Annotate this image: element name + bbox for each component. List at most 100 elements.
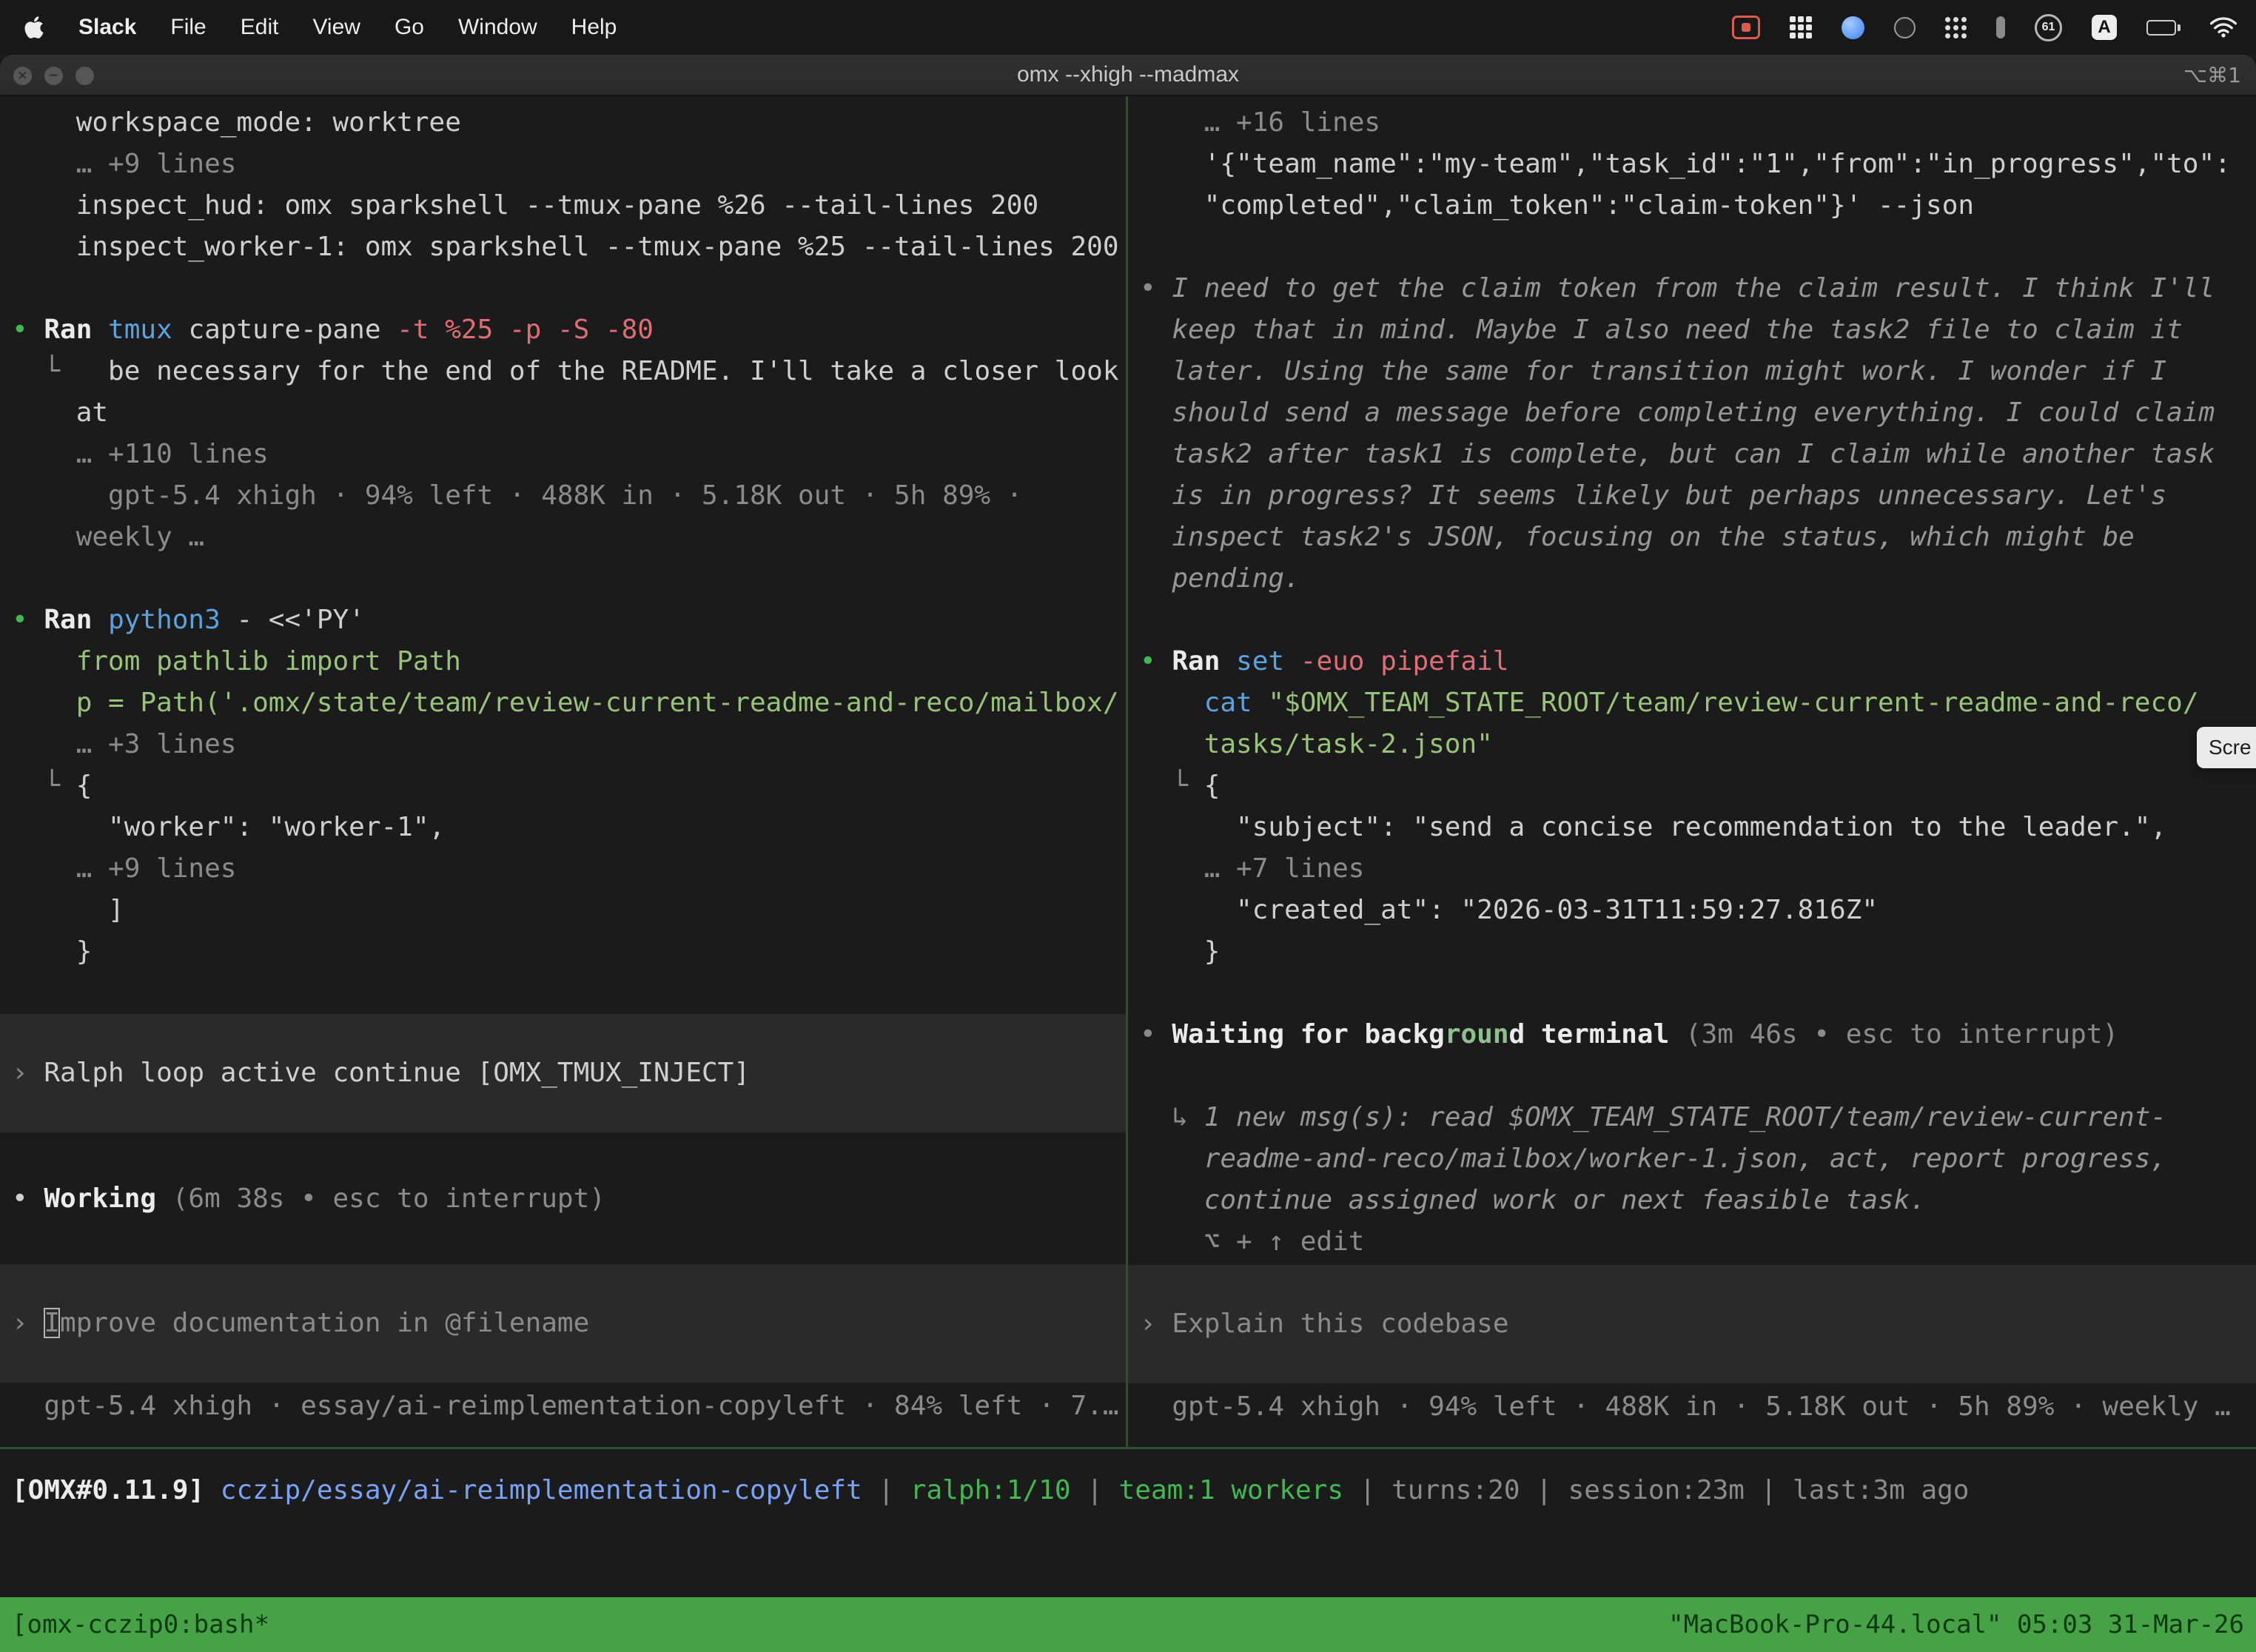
- omx-team: team:1 workers: [1119, 1475, 1343, 1505]
- input-source-icon[interactable]: A: [2092, 15, 2117, 40]
- key-icon[interactable]: [1996, 16, 2005, 38]
- terminal-line: "completed","claim_token":"claim-token"}…: [1128, 185, 2256, 226]
- terminal-line: … +110 lines: [0, 434, 1126, 475]
- terminal-line: "subject": "send a concise recommendatio…: [1128, 807, 2256, 848]
- prompt-text: › Explain this codebase: [1128, 1303, 1509, 1345]
- terminal-line: • Ran python3 - <<'PY': [0, 600, 1126, 641]
- menu-item-edit[interactable]: Edit: [241, 15, 279, 40]
- keyboard-grid-icon[interactable]: [1790, 16, 1812, 38]
- terminal-line: task2 after task1 is complete, but can I…: [1128, 434, 2256, 475]
- terminal-line: • Waiting for background terminal (3m 46…: [1128, 1014, 2256, 1055]
- terminal-line: from pathlib import Path: [0, 641, 1126, 682]
- window-shortcut-hint: ⌥⌘1: [2183, 63, 2241, 87]
- menu-item-go[interactable]: Go: [395, 15, 424, 40]
- terminal-line: "created_at": "2026-03-31T11:59:27.816Z": [1128, 890, 2256, 931]
- terminal-line: └ {: [1128, 765, 2256, 807]
- blue-app-icon[interactable]: [1842, 16, 1864, 39]
- terminal-line: workspace_mode: worktree: [0, 102, 1126, 144]
- minimize-window-button[interactable]: −: [44, 67, 63, 85]
- battery-ring-value: 61: [2042, 21, 2055, 34]
- terminal-pane-left[interactable]: workspace_mode: worktree … +9 lines insp…: [0, 96, 1126, 1447]
- prompt-text: › Ralph loop active continue [OMX_TMUX_I…: [0, 1052, 750, 1094]
- dark-circle-app-icon[interactable]: [1894, 17, 1916, 38]
- battery-icon[interactable]: [2146, 20, 2181, 36]
- terminal-line: ]: [0, 890, 1126, 931]
- terminal-line: p = Path('.omx/state/team/review-current…: [0, 682, 1126, 724]
- omx-status-line: [OMX#0.11.9] cczip/essay/ai-reimplementa…: [12, 1470, 1969, 1511]
- terminal-line: later. Using the same for transition mig…: [1128, 351, 2256, 392]
- terminal-line: pending.: [1128, 558, 2256, 600]
- menu-bar: Slack File Edit View Go Window Help 61 A: [0, 0, 2256, 55]
- terminal-line: tasks/task-2.json": [1128, 724, 2256, 765]
- terminal-line: [1128, 600, 2256, 641]
- app-menu-slack[interactable]: Slack: [78, 15, 136, 40]
- omx-version: [OMX#0.11.9]: [12, 1475, 204, 1505]
- omx-project: cczip/essay/ai-reimplementation-copyleft: [221, 1475, 862, 1505]
- terminal-line: • Ran tmux capture-pane -t %25 -p -S -80: [0, 309, 1126, 351]
- terminal-line: [1128, 226, 2256, 268]
- close-window-button[interactable]: ×: [13, 67, 32, 85]
- terminal-line: … +9 lines: [0, 848, 1126, 890]
- terminal-line: ⌥ + ↑ edit: [1128, 1221, 2256, 1263]
- terminal-line: is in progress? It seems likely but perh…: [1128, 475, 2256, 517]
- spacer: [0, 1132, 1126, 1178]
- terminal-line: └ {: [0, 765, 1126, 807]
- terminal-line: inspect task2's JSON, focusing on the st…: [1128, 517, 2256, 558]
- menu-item-file[interactable]: File: [170, 15, 206, 40]
- terminal-line: • Working (6m 38s • esc to interrupt): [0, 1178, 1126, 1220]
- omx-turns: turns:20: [1391, 1475, 1520, 1505]
- terminal-line: gpt-5.4 xhigh · essay/ai-reimplementatio…: [0, 1386, 1126, 1427]
- terminal-area: workspace_mode: worktree … +9 lines insp…: [0, 96, 2256, 1449]
- window-title-bar: × − omx --xhigh --madmax ⌥⌘1: [0, 55, 2256, 96]
- menu-item-view[interactable]: View: [312, 15, 360, 40]
- screen-recording-indicator-icon[interactable]: [1732, 16, 1760, 39]
- terminal-line: continue assigned work or next feasible …: [1128, 1180, 2256, 1221]
- tmux-host-clock: "MacBook-Pro-44.local" 05:03 31-Mar-26: [1668, 1597, 2244, 1652]
- battery-ring-icon[interactable]: 61: [2035, 14, 2062, 41]
- prompt-text: › Improve documentation in @filename: [0, 1303, 589, 1344]
- app-grid-dots-icon[interactable]: [1945, 17, 1967, 38]
- wifi-icon[interactable]: [2210, 17, 2237, 38]
- terminal-line: • Ran set -euo pipefail: [1128, 641, 2256, 682]
- screen-overlay-chip-text: Scre: [2209, 736, 2252, 759]
- terminal-line: inspect_worker-1: omx sparkshell --tmux-…: [0, 226, 1126, 268]
- window-title: omx --xhigh --madmax: [0, 62, 2256, 87]
- terminal-line: [0, 268, 1126, 309]
- terminal-line: weekly …: [0, 517, 1126, 558]
- terminal-line: … +16 lines: [1128, 102, 2256, 144]
- terminal-line: keep that in mind. Maybe I also need the…: [1128, 309, 2256, 351]
- terminal-line: … +9 lines: [0, 144, 1126, 185]
- terminal-line: should send a message before completing …: [1128, 392, 2256, 434]
- menu-item-window[interactable]: Window: [458, 15, 537, 40]
- terminal-line: └ be necessary for the end of the README…: [0, 351, 1126, 392]
- terminal-line: "worker": "worker-1",: [0, 807, 1126, 848]
- screen-overlay-chip: Scre: [2197, 727, 2256, 768]
- tmux-status-bar: [omx-cczip0:bash* "MacBook-Pro-44.local"…: [0, 1597, 2256, 1652]
- terminal-line: • I need to get the claim token from the…: [1128, 268, 2256, 309]
- apple-menu-icon[interactable]: [24, 15, 44, 40]
- terminal-line: cat "$OMX_TEAM_STATE_ROOT/team/review-cu…: [1128, 682, 2256, 724]
- terminal-line: at: [0, 392, 1126, 434]
- prompt-input[interactable]: › Improve documentation in @filename: [0, 1264, 1126, 1383]
- omx-ralph: ralph:1/10: [910, 1475, 1071, 1505]
- terminal-line: }: [0, 931, 1126, 973]
- menu-item-help[interactable]: Help: [571, 15, 617, 40]
- terminal-line: [1128, 1055, 2256, 1097]
- terminal-line: ↳ 1 new msg(s): read $OMX_TEAM_STATE_ROO…: [1128, 1097, 2256, 1138]
- prompt-input[interactable]: › Explain this codebase: [1128, 1265, 2256, 1383]
- terminal-line: inspect_hud: omx sparkshell --tmux-pane …: [0, 185, 1126, 226]
- zoom-window-button[interactable]: [75, 67, 94, 85]
- terminal-line: }: [1128, 931, 2256, 973]
- terminal-line: [0, 973, 1126, 1014]
- terminal-line: readme-and-reco/mailbox/worker-1.json, a…: [1128, 1138, 2256, 1180]
- terminal-line: … +3 lines: [0, 724, 1126, 765]
- terminal-line: [1128, 973, 2256, 1014]
- omx-session: session:23m: [1568, 1475, 1745, 1505]
- terminal-line: '{"team_name":"my-team","task_id":"1","f…: [1128, 144, 2256, 185]
- terminal-pane-right[interactable]: … +16 lines '{"team_name":"my-team","tas…: [1128, 96, 2256, 1447]
- terminal-line: [0, 558, 1126, 600]
- prompt-input[interactable]: › Ralph loop active continue [OMX_TMUX_I…: [0, 1014, 1126, 1132]
- terminal-line: gpt-5.4 xhigh · 94% left · 488K in · 5.1…: [0, 475, 1126, 517]
- spacer: [0, 1220, 1126, 1264]
- omx-last: last:3m ago: [1793, 1475, 1969, 1505]
